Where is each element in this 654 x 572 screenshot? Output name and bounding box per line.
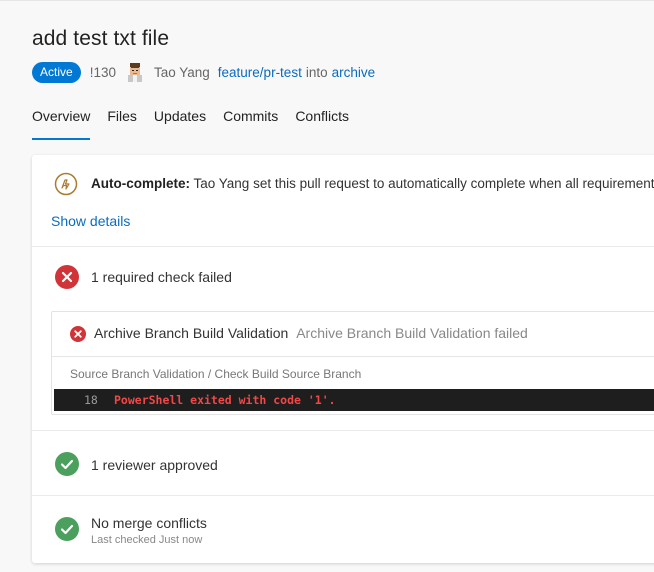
pr-tabs: Overview Files Updates Commits Conflicts (32, 108, 366, 140)
checks-summary: 1 required check failed (91, 269, 232, 285)
avatar[interactable] (125, 62, 145, 82)
success-icon (55, 517, 79, 541)
page-title: add test txt file (32, 27, 170, 50)
top-border (0, 0, 654, 1)
show-details-link[interactable]: Show details (51, 213, 130, 229)
divider (32, 430, 654, 431)
author-name[interactable]: Tao Yang (154, 65, 210, 80)
into-text: into (305, 64, 328, 80)
error-icon (55, 265, 79, 289)
pr-meta: Active !130 Tao Yang feature/pr-test int… (32, 61, 375, 83)
policy-header: Archive Branch Build Validation Archive … (52, 312, 654, 357)
log-message: PowerShell exited with code '1'. (114, 393, 336, 407)
policy-title: Archive Branch Build Validation Archive … (94, 325, 528, 341)
tab-commits[interactable]: Commits (223, 108, 278, 138)
tab-overview[interactable]: Overview (32, 108, 91, 140)
tab-conflicts[interactable]: Conflicts (295, 108, 349, 138)
log-line-number: 18 (84, 393, 98, 407)
status-card: Auto-complete: Tao Yang set this pull re… (32, 155, 654, 563)
divider (32, 495, 654, 496)
tab-updates[interactable]: Updates (154, 108, 206, 138)
policy-status: Archive Branch Build Validation failed (296, 325, 528, 341)
status-badge: Active (32, 61, 81, 83)
policy-detail[interactable]: Archive Branch Build Validation Archive … (51, 311, 654, 415)
success-icon (55, 452, 79, 476)
auto-complete-icon (54, 172, 78, 196)
auto-complete-label: Auto-complete: (91, 176, 190, 191)
log-console: 18 PowerShell exited with code '1'. (54, 389, 654, 411)
source-branch-link[interactable]: feature/pr-test (218, 65, 302, 80)
tab-files[interactable]: Files (107, 108, 137, 138)
avatar-icon (127, 63, 142, 82)
pr-id[interactable]: !130 (90, 65, 116, 80)
merge-summary: No merge conflicts (91, 515, 207, 531)
reviewers-summary: 1 reviewer approved (91, 457, 218, 473)
error-icon (70, 326, 86, 342)
policy-name[interactable]: Archive Branch Build Validation (94, 325, 288, 341)
auto-complete-message: Auto-complete: Tao Yang set this pull re… (91, 176, 654, 191)
merge-subtext: Last checked Just now (91, 534, 203, 546)
auto-complete-text: Tao Yang set this pull request to automa… (193, 176, 654, 191)
target-branch-link[interactable]: archive (332, 65, 376, 80)
policy-path: Source Branch Validation / Check Build S… (70, 367, 362, 381)
divider (32, 246, 654, 247)
